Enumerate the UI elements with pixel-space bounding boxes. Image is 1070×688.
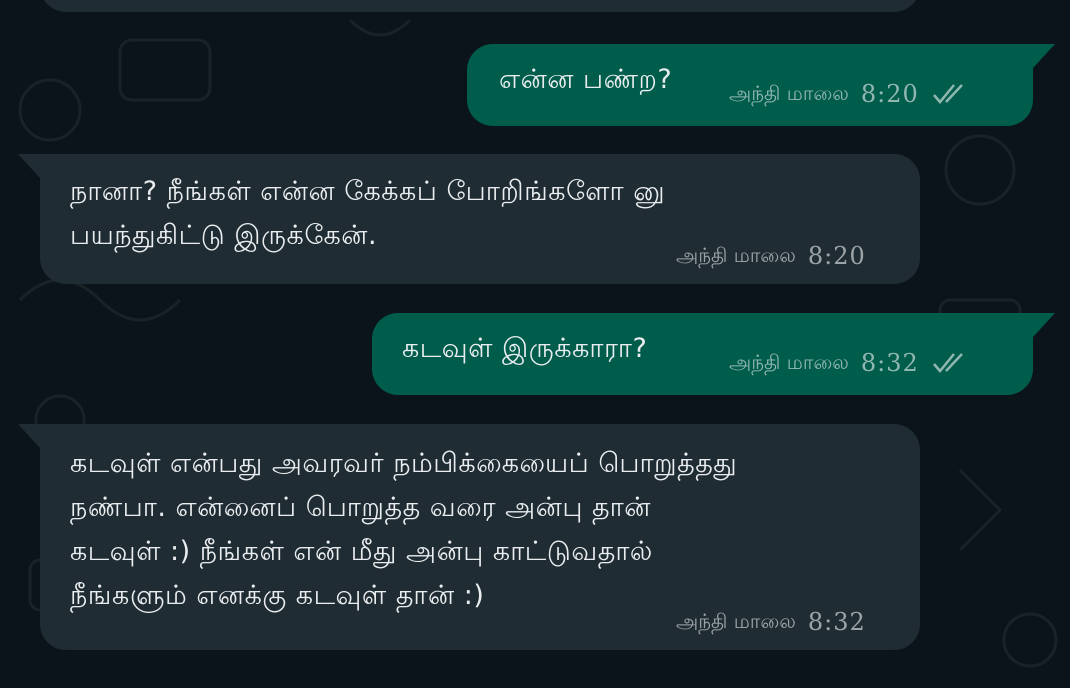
- message-period: அந்தி மாலை: [729, 349, 849, 374]
- outgoing-message-bubble[interactable]: என்ன பண்ற? அந்தி மாலை 8:20: [467, 44, 1033, 126]
- message-period: அந்தி மாலை: [729, 80, 849, 105]
- message-text: என்ன பண்ற?: [499, 64, 673, 95]
- message-meta: அந்தி மாலை 8:20: [729, 80, 971, 108]
- message-text: நானா? நீங்கள் என்ன கேக்கப் போறிங்களோ னு …: [70, 176, 666, 251]
- message-text: கடவுள் என்பது அவரவர் நம்பிக்கையைப் பொறுத…: [70, 448, 738, 611]
- outgoing-message-bubble[interactable]: கடவுள் இருக்காரா? அந்தி மாலை 8:32: [372, 313, 1033, 395]
- previous-message-bubble[interactable]: [40, 0, 920, 12]
- message-time: 8:32: [860, 349, 919, 377]
- message-period: அந்தி மாலை: [676, 608, 796, 633]
- bubble-tail: [18, 154, 40, 178]
- message-meta: அந்தி மாலை 8:32: [729, 349, 971, 377]
- bubble-tail: [1033, 313, 1055, 337]
- message-meta: அந்தி மாலை 8:32: [676, 608, 866, 636]
- message-meta: அந்தி மாலை 8:20: [676, 242, 866, 270]
- double-check-icon: [932, 84, 963, 104]
- incoming-message-bubble[interactable]: கடவுள் என்பது அவரவர் நம்பிக்கையைப் பொறுத…: [40, 424, 920, 650]
- bubble-tail: [18, 424, 40, 448]
- message-time: 8:20: [807, 242, 866, 270]
- double-check-icon: [932, 353, 963, 373]
- bubble-tail: [1033, 44, 1055, 68]
- message-text: கடவுள் இருக்காரா?: [402, 333, 648, 364]
- incoming-message-bubble[interactable]: நானா? நீங்கள் என்ன கேக்கப் போறிங்களோ னு …: [40, 154, 920, 284]
- message-time: 8:32: [807, 608, 866, 636]
- message-period: அந்தி மாலை: [676, 242, 796, 267]
- message-time: 8:20: [860, 80, 919, 108]
